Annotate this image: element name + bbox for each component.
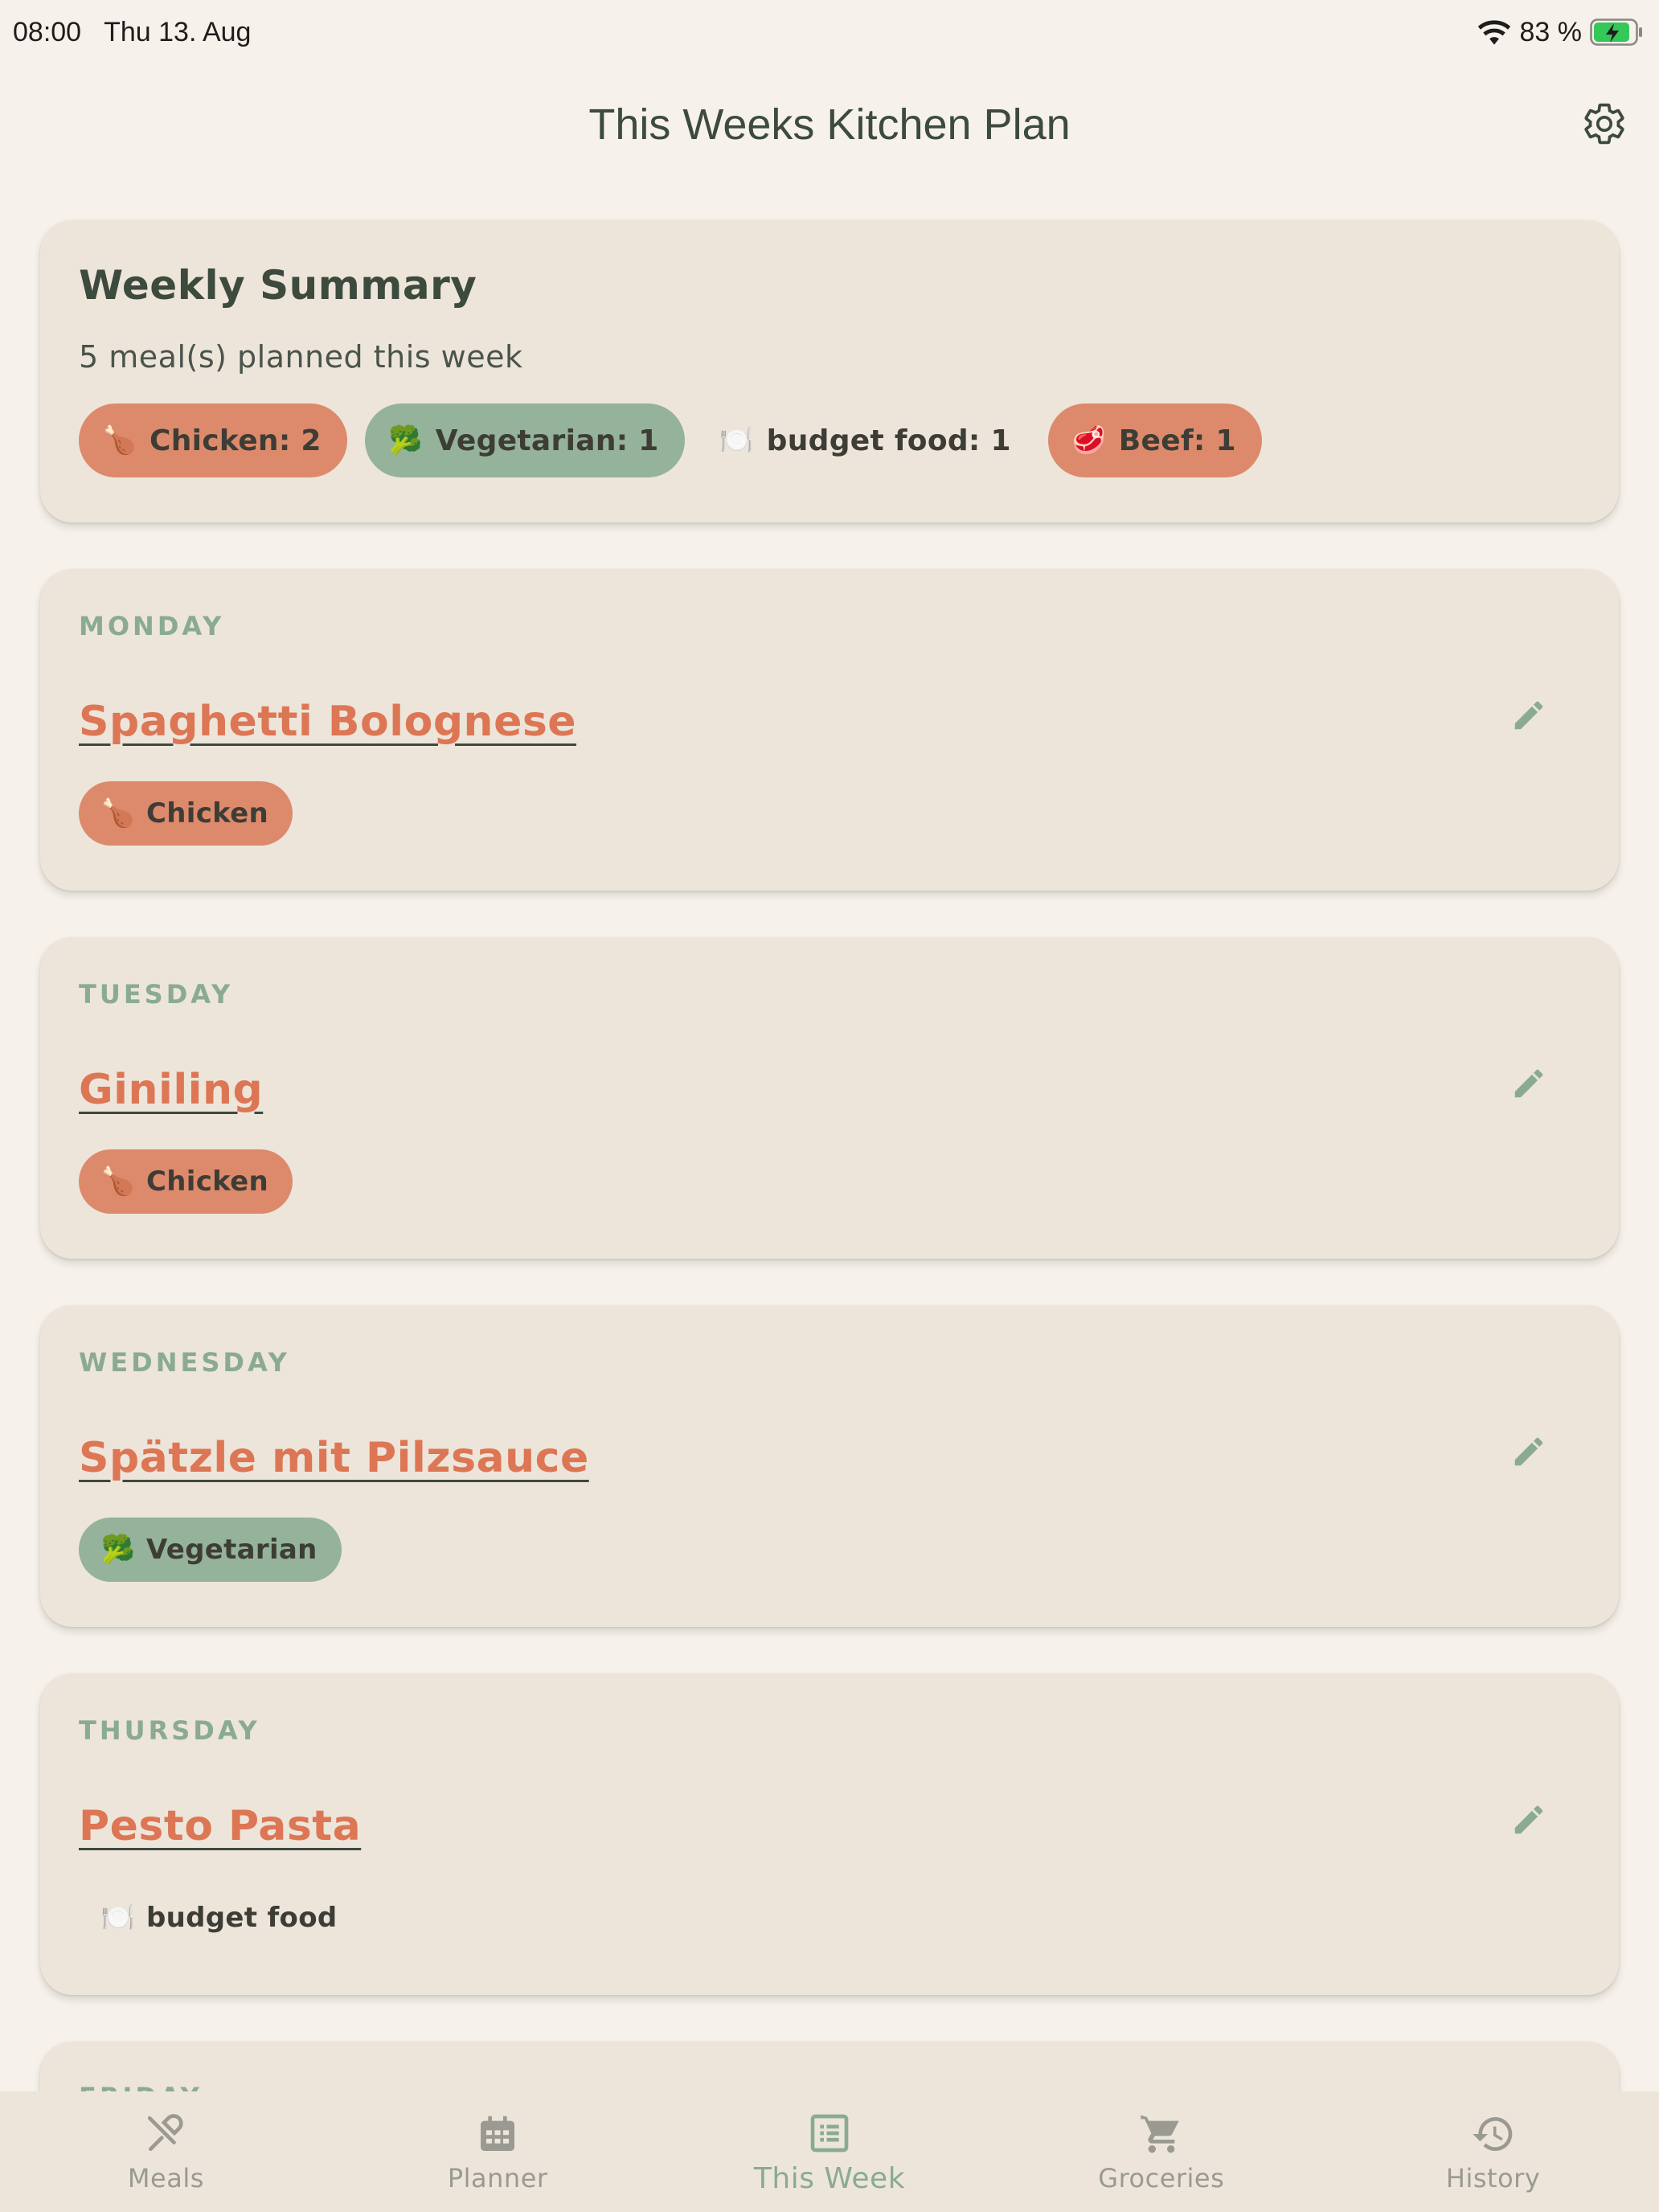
chip-label: budget food: 1	[766, 424, 1011, 457]
broccoli-icon: 🥦	[100, 1534, 136, 1566]
pencil-icon	[1514, 1805, 1543, 1834]
pencil-icon	[1514, 1069, 1543, 1098]
tag-label: Chicken	[146, 797, 269, 830]
day-label: TUESDAY	[79, 979, 234, 1010]
tag-row: 🍽️ budget food	[79, 1886, 1580, 1950]
day-label: MONDAY	[79, 611, 225, 641]
battery-charging-icon	[1590, 18, 1642, 46]
day-card-thursday: THURSDAY Pesto Pasta 🍽️ budget food	[40, 1673, 1619, 1995]
history-icon	[1469, 2110, 1518, 2158]
summary-chip-beef: 🥩 Beef: 1	[1047, 403, 1262, 477]
nav-label: Groceries	[1098, 2163, 1225, 2194]
chip-label: Beef: 1	[1118, 424, 1236, 457]
calendar-icon	[473, 2110, 522, 2158]
steak-icon: 🥩	[1071, 424, 1107, 457]
nav-label: This Week	[753, 2161, 906, 2195]
nav-label: Planner	[447, 2163, 548, 2194]
bottom-navigation: Meals Planner This Week Groceries Histor…	[0, 2091, 1659, 2212]
nav-history[interactable]: History	[1373, 2091, 1614, 2212]
meal-link[interactable]: Giniling	[79, 1066, 263, 1114]
tag-row: 🍗 Chicken	[79, 781, 1580, 846]
fork-knife-icon	[141, 2110, 190, 2158]
nav-this-week[interactable]: This Week	[709, 2091, 950, 2212]
plate-icon: 🍽️	[100, 1902, 136, 1934]
pencil-icon	[1514, 1437, 1543, 1466]
tag-row: 🍗 Chicken	[79, 1149, 1580, 1214]
day-card-tuesday: TUESDAY Giniling 🍗 Chicken	[40, 937, 1619, 1259]
day-card-monday: MONDAY Spaghetti Bolognese 🍗 Chicken	[40, 569, 1619, 891]
drumstick-icon: 🍗	[100, 797, 136, 830]
meal-tag: 🍗 Chicken	[79, 781, 293, 846]
edit-meal-button[interactable]	[1503, 690, 1555, 741]
day-card-wednesday: WEDNESDAY Spätzle mit Pilzsauce 🥦 Vegeta…	[40, 1305, 1619, 1627]
edit-meal-button[interactable]	[1503, 1426, 1555, 1477]
tag-label: Vegetarian	[146, 1534, 317, 1566]
edit-meal-button[interactable]	[1503, 1058, 1555, 1109]
meal-tag: 🍗 Chicken	[79, 1149, 293, 1214]
gear-icon	[1584, 103, 1624, 145]
edit-meal-button[interactable]	[1503, 1794, 1555, 1845]
tag-row: 🥦 Vegetarian	[79, 1518, 1580, 1582]
tag-label: Chicken	[146, 1165, 269, 1198]
summary-title: Weekly Summary	[79, 262, 477, 309]
meal-link[interactable]: Spaghetti Bolognese	[79, 698, 576, 746]
nav-groceries[interactable]: Groceries	[1041, 2091, 1282, 2212]
plate-icon: 🍽️	[719, 424, 754, 457]
day-label: THURSDAY	[79, 1715, 260, 1746]
wifi-icon	[1477, 20, 1510, 45]
week-list[interactable]: Weekly Summary 5 meal(s) planned this we…	[40, 220, 1619, 2138]
chip-label: Chicken: 2	[150, 424, 322, 457]
drumstick-icon: 🍗	[100, 1165, 136, 1198]
nav-label: Meals	[127, 2163, 204, 2194]
status-date: Thu 13. Aug	[104, 16, 252, 47]
status-left: 08:00 Thu 13. Aug	[13, 17, 251, 48]
summary-chip-vegetarian: 🥦 Vegetarian: 1	[364, 403, 685, 477]
nav-meals[interactable]: Meals	[45, 2091, 286, 2212]
settings-button[interactable]	[1579, 98, 1630, 150]
broccoli-icon: 🥦	[388, 424, 424, 457]
list-icon	[805, 2109, 854, 2157]
status-bar: 08:00 Thu 13. Aug 83 %	[0, 0, 1659, 64]
cart-icon	[1137, 2110, 1186, 2158]
summary-chip-chicken: 🍗 Chicken: 2	[79, 403, 347, 477]
summary-subtitle: 5 meal(s) planned this week	[79, 339, 523, 375]
drumstick-icon: 🍗	[102, 424, 137, 457]
chip-label: Vegetarian: 1	[435, 424, 659, 457]
summary-chip-budget-food: 🍽️ budget food: 1	[703, 403, 1030, 477]
tag-label: budget food	[146, 1902, 338, 1934]
meal-tag: 🥦 Vegetarian	[79, 1518, 342, 1582]
nav-label: History	[1445, 2163, 1541, 2194]
pencil-icon	[1514, 701, 1543, 730]
nav-planner[interactable]: Planner	[377, 2091, 618, 2212]
status-time: 08:00	[13, 16, 82, 47]
meal-link[interactable]: Pesto Pasta	[79, 1802, 361, 1850]
app-header: This Weeks Kitchen Plan	[0, 80, 1659, 169]
weekly-summary-card: Weekly Summary 5 meal(s) planned this we…	[40, 220, 1619, 522]
battery-percentage: 83 %	[1519, 16, 1583, 47]
summary-chips: 🍗 Chicken: 2 🥦 Vegetarian: 1 🍽️ budget f…	[79, 403, 1580, 477]
meal-link[interactable]: Spätzle mit Pilzsauce	[79, 1434, 589, 1482]
page-title: This Weeks Kitchen Plan	[588, 100, 1071, 149]
meal-tag: 🍽️ budget food	[79, 1886, 362, 1950]
day-label: WEDNESDAY	[79, 1347, 290, 1378]
status-right: 83 %	[1477, 17, 1645, 48]
